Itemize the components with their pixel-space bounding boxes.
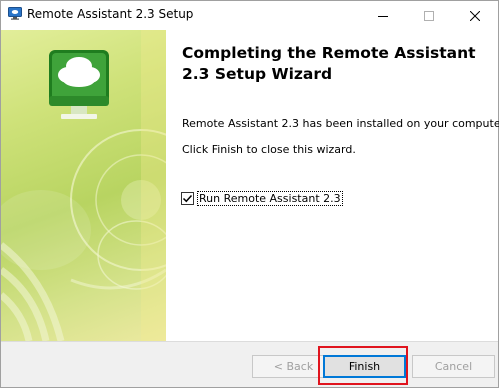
monitor-icon	[8, 7, 22, 20]
banner-artwork	[1, 30, 166, 341]
button-bar: < Back Finish Cancel	[1, 341, 498, 387]
finish-button[interactable]: Finish	[323, 355, 406, 378]
install-status-text: Remote Assistant 2.3 has been installed …	[182, 117, 499, 130]
page-title: Completing the Remote Assistant 2.3 Setu…	[182, 44, 476, 83]
minimize-icon	[378, 15, 388, 17]
window-title: Remote Assistant 2.3 Setup	[27, 7, 194, 21]
run-app-label[interactable]: Run Remote Assistant 2.3	[197, 191, 343, 206]
maximize-button[interactable]	[406, 1, 452, 30]
wizard-content: Completing the Remote Assistant 2.3 Setu…	[166, 30, 499, 341]
run-app-option[interactable]: Run Remote Assistant 2.3	[181, 191, 343, 206]
instruction-text: Click Finish to close this wizard.	[182, 143, 356, 156]
setup-window: Remote Assistant 2.3 Setup Completing th…	[0, 0, 499, 388]
maximize-icon	[424, 10, 434, 21]
minimize-button[interactable]	[360, 1, 406, 30]
cancel-button[interactable]: Cancel	[412, 355, 495, 378]
cloud-monitor-icon	[49, 50, 109, 119]
checkmark-icon	[182, 194, 193, 203]
run-app-checkbox[interactable]	[181, 192, 194, 205]
close-icon	[470, 10, 480, 21]
wizard-banner	[1, 30, 166, 341]
title-bar[interactable]: Remote Assistant 2.3 Setup	[1, 1, 498, 30]
close-button[interactable]	[452, 1, 498, 30]
